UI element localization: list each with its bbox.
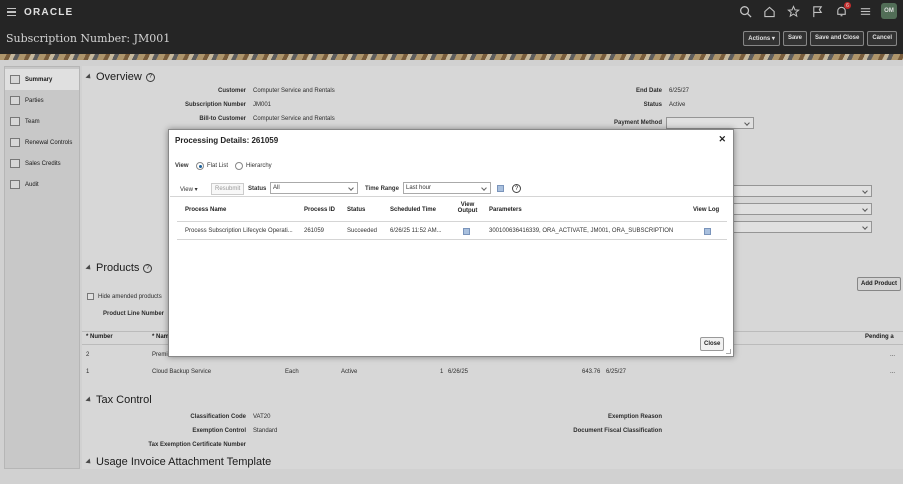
- hierarchy-radio[interactable]: [235, 162, 243, 170]
- view-label: View: [175, 163, 189, 169]
- divider: [177, 239, 727, 240]
- status-filter-label: Status: [248, 186, 267, 192]
- process-id-cell: 261059: [304, 228, 325, 234]
- status-succeeded-link[interactable]: Succeeded: [347, 228, 377, 234]
- column-header-process-id[interactable]: Process ID: [304, 207, 335, 213]
- column-header-view-output[interactable]: View Output: [454, 202, 481, 214]
- parameters-cell: 300100636416339, ORA_ACTIVATE, JM001, OR…: [489, 228, 674, 234]
- status-filter-select[interactable]: All: [270, 182, 358, 194]
- divider: [170, 196, 733, 197]
- resize-handle[interactable]: [726, 349, 731, 354]
- resubmit-button[interactable]: Resubmit: [211, 183, 245, 195]
- scheduled-time-cell: 6/26/25 11:52 AM...: [390, 228, 442, 234]
- view-output-icon[interactable]: [463, 228, 470, 235]
- refresh-icon[interactable]: [497, 185, 504, 192]
- flat-list-label: Flat List: [207, 163, 229, 169]
- processing-details-dialog: Processing Details: 261059 ✕ View Flat L…: [168, 129, 734, 357]
- column-header-scheduled-time[interactable]: Scheduled Time: [390, 207, 436, 213]
- time-range-label: Time Range: [365, 186, 399, 192]
- column-header-view-log[interactable]: View Log: [693, 207, 719, 213]
- divider: [177, 221, 727, 222]
- view-menu-button[interactable]: View ▾: [180, 186, 198, 193]
- dialog-title: Processing Details: 261059: [175, 136, 279, 145]
- column-header-status[interactable]: Status: [347, 207, 365, 213]
- close-icon[interactable]: ✕: [718, 134, 726, 145]
- time-range-select[interactable]: Last hour: [403, 182, 491, 194]
- close-button[interactable]: Close: [700, 337, 725, 351]
- help-icon[interactable]: ?: [512, 184, 521, 193]
- view-log-icon[interactable]: [704, 228, 711, 235]
- process-name-cell: Process Subscription Lifecycle Operati..…: [185, 228, 293, 234]
- hierarchy-label: Hierarchy: [246, 163, 272, 169]
- column-header-parameters[interactable]: Parameters: [489, 207, 522, 213]
- column-header-process-name[interactable]: Process Name: [185, 207, 226, 213]
- flat-list-radio[interactable]: [196, 162, 204, 170]
